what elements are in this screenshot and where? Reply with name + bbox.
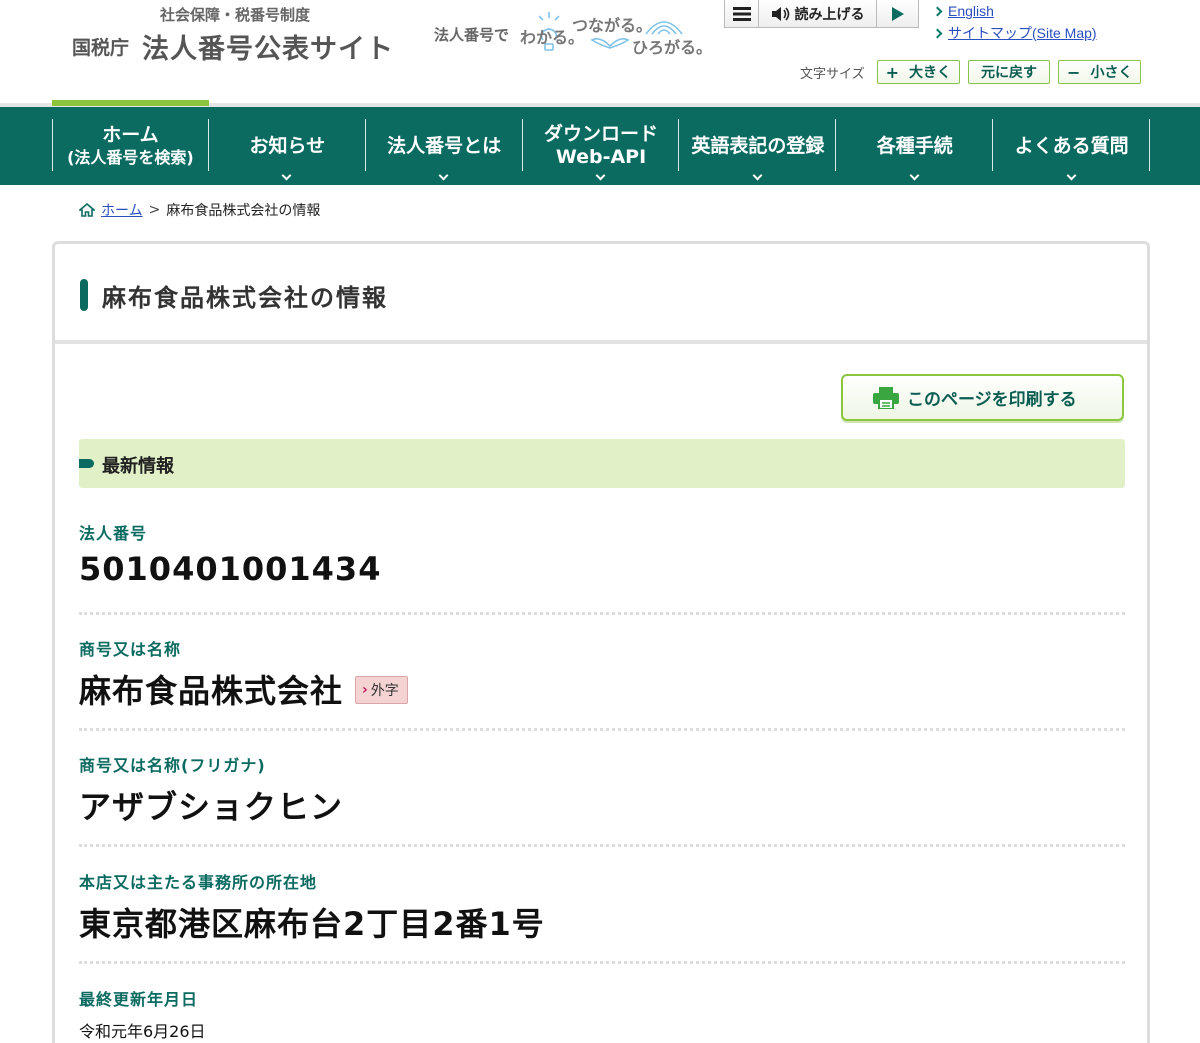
corporate-number-label: 法人番号 (79, 524, 148, 543)
logo-subtitle: 社会保障・税番号制度 (160, 6, 311, 24)
section-title: 最新情報 (102, 456, 174, 477)
breadcrumb-separator: > (148, 202, 161, 218)
font-size-controls: 文字サイズ + 大きく 元に戻す − 小さく (800, 60, 1142, 84)
corporate-name-row: 麻布食品株式会社 › 外字 (79, 666, 1125, 712)
divider (79, 612, 1125, 615)
chevron-down-icon (909, 170, 920, 181)
nav-item-label: 法人番号とは (387, 134, 502, 157)
reader-menu-button[interactable] (725, 0, 759, 27)
nav-item-faq[interactable]: よくある質問 (993, 107, 1150, 185)
nav-item-label: お知らせ (249, 134, 326, 157)
read-aloud-label: 読み上げる (794, 6, 865, 23)
nav-item-english-registration[interactable]: 英語表記の登録 (679, 107, 837, 185)
field-last-updated: 最終更新年月日 令和元年6月26日 (79, 986, 1125, 1042)
tagline-part4: ひろがる。 (632, 38, 713, 57)
font-larger-label: 大きく (909, 65, 952, 81)
plus-icon: + (885, 62, 900, 82)
field-corporate-number: 法人番号 5010401001434 (79, 520, 1125, 615)
tagline-part1: 法人番号で (434, 26, 510, 44)
home-icon (79, 203, 95, 217)
chevron-down-icon (595, 170, 606, 181)
chevron-down-icon (281, 170, 292, 181)
address-value: 東京都港区麻布台2丁目2番1号 (79, 905, 545, 943)
field-corporate-name: 商号又は名称 麻布食品株式会社 › 外字 (79, 636, 1125, 731)
section-marker (79, 459, 94, 468)
site-header: 社会保障・税番号制度 国税庁 法人番号公表サイト 法人番号で わかる。 つながる… (0, 0, 1200, 100)
section-header-latest: 最新情報 (79, 439, 1125, 488)
chevron-down-icon (438, 170, 449, 181)
gaiji-label: 外字 (370, 683, 399, 699)
tagline: 法人番号で わかる。 つながる。 ひろがる。 (434, 8, 714, 57)
field-corporate-kana: 商号又は名称(フリガナ) アザブショクヒン (79, 752, 1125, 847)
wings-icon (590, 38, 630, 49)
play-button[interactable] (877, 0, 918, 27)
page-title: 麻布食品株式会社の情報 (102, 284, 388, 312)
top-links: English サイトマップ(Site Map) (934, 0, 1097, 44)
printer-icon (873, 386, 899, 409)
print-page-button[interactable]: このページを印刷する (841, 374, 1124, 421)
sitemap-link[interactable]: サイトマップ(Site Map) (934, 22, 1097, 44)
corporate-kana-label: 商号又は名称(フリガナ) (79, 756, 266, 775)
hamburger-icon (732, 6, 751, 21)
logo-title: 法人番号公表サイト (142, 34, 394, 65)
font-size-label: 文字サイズ (800, 66, 865, 82)
print-page-label: このページを印刷する (907, 390, 1077, 410)
read-aloud-button[interactable]: 読み上げる (759, 0, 877, 27)
global-nav: ホーム (法人番号を検索) お知らせ 法人番号とは ダウンロード Web-API… (0, 107, 1200, 185)
divider (79, 844, 1125, 847)
last-updated-value: 令和元年6月26日 (79, 1022, 206, 1041)
english-link[interactable]: English (934, 0, 1097, 22)
tagline-part3: つながる。 (572, 16, 653, 35)
font-reset-button[interactable]: 元に戻す (968, 60, 1051, 84)
nav-item-sublabel: (法人番号を検索) (67, 147, 194, 167)
nav-item-procedures[interactable]: 各種手続 (836, 107, 994, 185)
divider (79, 728, 1125, 731)
chevron-down-icon (1066, 170, 1077, 181)
font-smaller-button[interactable]: − 小さく (1058, 60, 1142, 84)
minus-icon: − (1067, 62, 1081, 82)
corporate-kana-value: アザブショクヒン (79, 788, 344, 826)
corporate-name-label: 商号又は名称 (79, 640, 182, 659)
corporate-number-value: 5010401001434 (79, 550, 382, 588)
breadcrumb: ホーム > 麻布食品株式会社の情報 (79, 200, 320, 220)
corporate-name-value: 麻布食品株式会社 (79, 672, 344, 710)
nav-item-home[interactable]: ホーム (法人番号を検索) (52, 107, 209, 185)
font-larger-button[interactable]: + 大きく (876, 60, 961, 84)
breadcrumb-home-link[interactable]: ホーム (101, 200, 143, 220)
play-icon (891, 6, 904, 21)
nav-item-label: ダウンロード (544, 123, 659, 145)
address-label: 本店又は主たる事務所の所在地 (79, 873, 318, 892)
nav-item-download[interactable]: ダウンロード Web-API (523, 107, 680, 185)
breadcrumb-current: 麻布食品株式会社の情報 (166, 203, 321, 219)
nav-item-about[interactable]: 法人番号とは (366, 107, 523, 185)
nav-item-label: ホーム (102, 123, 159, 146)
speaker-icon (771, 6, 789, 21)
font-smaller-label: 小さく (1090, 65, 1133, 81)
nav-item-news[interactable]: お知らせ (209, 107, 366, 185)
nav-item-label: よくある質問 (1014, 134, 1129, 157)
card-header: 麻布食品株式会社の情報 (55, 244, 1147, 344)
chevron-down-icon (752, 170, 763, 181)
last-updated-label: 最終更新年月日 (79, 990, 199, 1009)
nav-item-sublabel: Web-API (555, 146, 647, 168)
site-logo[interactable]: 社会保障・税番号制度 国税庁 法人番号公表サイト (72, 2, 412, 65)
divider (79, 961, 1125, 964)
font-reset-label: 元に戻す (981, 65, 1038, 81)
chevron-right-icon: › (362, 682, 368, 698)
gaiji-link[interactable]: › 外字 (355, 676, 408, 704)
nav-item-label: 各種手続 (876, 134, 953, 157)
nav-item-label: 英語表記の登録 (691, 134, 825, 157)
nav-active-indicator (52, 100, 209, 106)
read-aloud-toolbar: 読み上げる (724, 0, 919, 28)
title-marker (80, 279, 88, 311)
logo-agency: 国税庁 (72, 37, 130, 59)
field-address: 本店又は主たる事務所の所在地 東京都港区麻布台2丁目2番1号 (79, 869, 1125, 964)
corporate-info-card: 麻布食品株式会社の情報 このページを印刷する 最新情報 法人番号 5010401… (52, 241, 1150, 1043)
